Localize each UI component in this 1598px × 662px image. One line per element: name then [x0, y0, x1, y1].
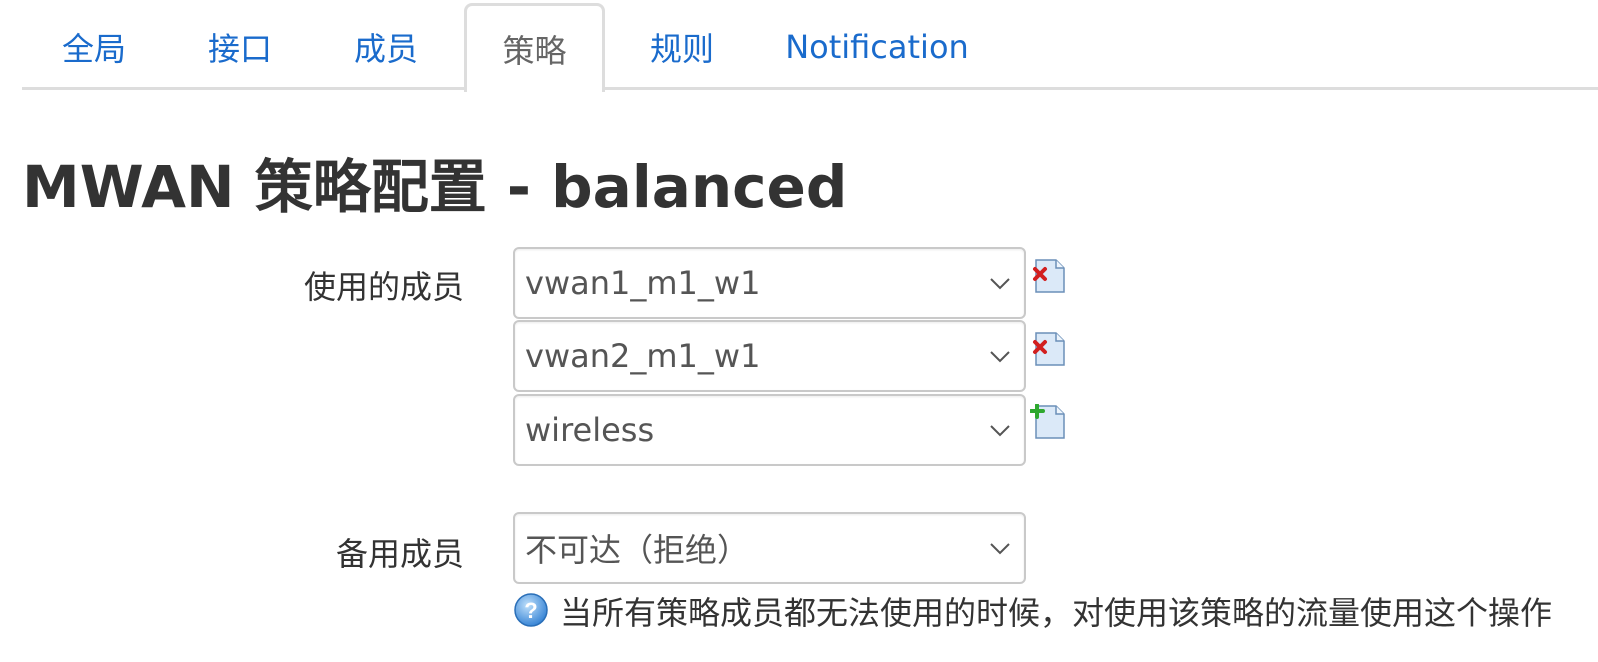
member-select-3-value: wireless: [525, 411, 655, 449]
members-label: 使用的成员: [303, 268, 464, 306]
tab-notification[interactable]: Notification: [782, 4, 972, 90]
fallback-label: 备用成员: [335, 535, 464, 573]
tab-interfaces[interactable]: 接口: [176, 4, 304, 90]
member-select-2-value: vwan2_m1_w1: [525, 337, 761, 375]
help-icon: ?: [514, 593, 548, 627]
tab-bar: 全局 接口 成员 策略 规则 Notification: [22, 0, 1598, 92]
add-icon[interactable]: [1030, 404, 1066, 440]
remove-icon[interactable]: [1030, 331, 1066, 367]
chevron-down-icon: [990, 543, 1010, 555]
fallback-select-value: 不可达（拒绝）: [525, 531, 750, 569]
fallback-hint: 当所有策略成员都无法使用的时候，对使用该策略的流量使用这个操作: [560, 594, 1553, 632]
chevron-down-icon: [990, 351, 1010, 363]
member-select-2[interactable]: vwan2_m1_w1: [513, 320, 1026, 392]
member-select-3[interactable]: wireless: [513, 394, 1026, 466]
page-title: MWAN 策略配置 - balanced: [22, 153, 848, 221]
tab-rules[interactable]: 规则: [618, 4, 746, 90]
fallback-select[interactable]: 不可达（拒绝）: [513, 512, 1026, 584]
tab-global[interactable]: 全局: [30, 4, 158, 90]
tab-members[interactable]: 成员: [322, 4, 450, 90]
member-select-1[interactable]: vwan1_m1_w1: [513, 247, 1026, 319]
member-select-1-value: vwan1_m1_w1: [525, 264, 761, 302]
chevron-down-icon: [990, 278, 1010, 290]
tab-policies[interactable]: 策略: [464, 3, 605, 92]
page: 全局 接口 成员 策略 规则 Notification MWAN 策略配置 - …: [0, 0, 1598, 662]
svg-text:?: ?: [524, 598, 537, 623]
chevron-down-icon: [990, 425, 1010, 437]
remove-icon[interactable]: [1030, 258, 1066, 294]
